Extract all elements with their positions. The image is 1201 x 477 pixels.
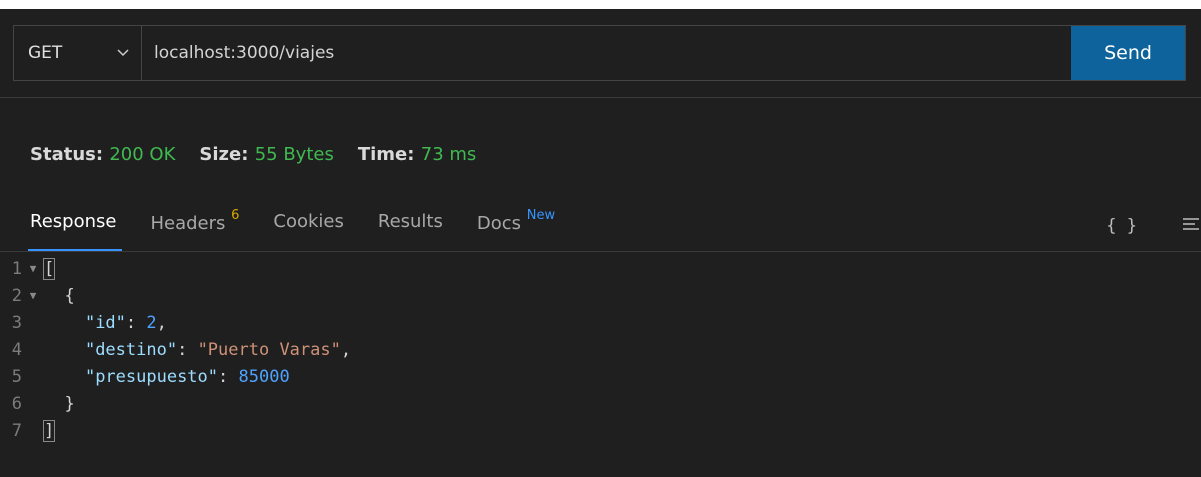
divider [0, 97, 1201, 98]
line-number: 2 [11, 285, 22, 306]
json-key: "id" [84, 312, 126, 333]
code-line: 2 ▼ { [0, 282, 1201, 309]
line-number: 5 [11, 366, 22, 387]
top-edge [0, 0, 1201, 9]
line-number: 7 [11, 420, 22, 441]
tab-results[interactable]: Results [378, 205, 443, 251]
response-status-bar: Status: 200 OK Size: 55 Bytes Time: 73 m… [30, 140, 500, 168]
tab-cookies-label: Cookies [273, 211, 344, 232]
tab-headers-label: Headers [150, 213, 226, 234]
code-line: 6 } [0, 390, 1201, 417]
tab-response[interactable]: Response [27, 205, 123, 251]
status-label: Status: [30, 143, 104, 165]
url-input[interactable]: localhost:3000/viajes [142, 26, 1071, 80]
json-number: 2 [146, 312, 157, 333]
code-line: 7 ] [0, 417, 1201, 444]
tab-docs-label: Docs [476, 213, 522, 234]
response-tools: { } [1106, 211, 1201, 241]
response-body-editor[interactable]: 1 ▼ [ 2 ▼ { 3 "id": 2, 4 "destino": "Pue… [0, 255, 1201, 444]
json-number: 85000 [238, 366, 290, 387]
open-bracket: [ [42, 257, 56, 280]
close-bracket: ] [42, 419, 56, 442]
close-brace: } [64, 393, 75, 414]
code-line: 5 "presupuesto": 85000 [0, 363, 1201, 390]
headers-count-badge: 6 [231, 208, 240, 223]
wrap-lines-icon[interactable] [1181, 216, 1201, 237]
fold-arrow-icon[interactable]: ▼ [22, 289, 44, 302]
json-key: "destino" [84, 339, 178, 360]
fold-arrow-icon[interactable]: ▼ [22, 262, 44, 275]
tab-docs[interactable]: Docs New [477, 205, 555, 251]
send-button[interactable]: Send [1071, 26, 1185, 80]
line-number: 1 [11, 258, 22, 279]
json-key: "presupuesto" [84, 366, 219, 387]
tabs-divider [0, 251, 1201, 252]
code-line: 4 "destino": "Puerto Varas", [0, 336, 1201, 363]
docs-new-badge: New [526, 208, 556, 223]
size-group: Size: 55 Bytes [199, 144, 333, 165]
code-line: 3 "id": 2, [0, 309, 1201, 336]
time-group: Time: 73 ms [358, 144, 476, 165]
json-string: "Puerto Varas" [197, 339, 341, 360]
line-number: 3 [11, 312, 22, 333]
status-value: 200 OK [109, 143, 176, 165]
line-number: 6 [11, 393, 22, 414]
chevron-down-icon [117, 49, 129, 57]
line-number: 4 [11, 339, 22, 360]
open-brace: { [64, 285, 75, 306]
time-value: 73 ms [420, 143, 477, 165]
size-label: Size: [199, 143, 249, 165]
time-label: Time: [357, 143, 415, 165]
tab-response-label: Response [30, 211, 117, 232]
tab-cookies[interactable]: Cookies [273, 205, 343, 251]
format-json-button[interactable]: { } [1106, 216, 1137, 236]
status-group: Status: 200 OK [30, 144, 175, 165]
response-tabs: Response Headers 6 Cookies Results Docs … [27, 205, 589, 251]
tab-results-label: Results [377, 211, 443, 232]
method-label: GET [28, 43, 63, 63]
size-value: 55 Bytes [254, 143, 334, 165]
method-select[interactable]: GET [14, 26, 142, 80]
request-bar: GET localhost:3000/viajes Send [13, 25, 1186, 81]
tab-headers[interactable]: Headers 6 [150, 205, 239, 251]
code-line: 1 ▼ [ [0, 255, 1201, 282]
